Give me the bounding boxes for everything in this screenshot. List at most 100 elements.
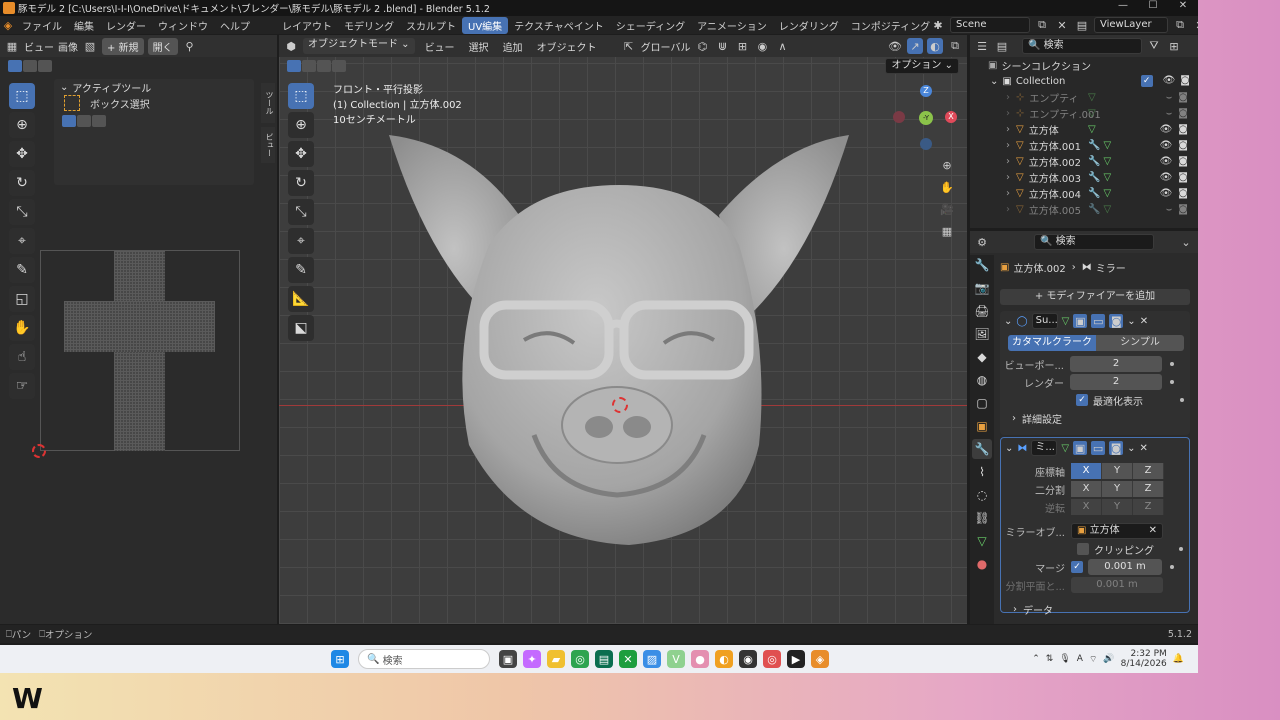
mesh-data-icon[interactable]: ▽ — [1103, 204, 1111, 215]
mirror-name[interactable]: ミ... — [1031, 440, 1058, 456]
vp-annotate-tool-icon[interactable]: ✎ — [288, 257, 314, 283]
editmode-icon[interactable]: ▽ — [1061, 443, 1069, 454]
keyframe-dot-icon[interactable] — [1170, 565, 1174, 569]
blender-task-icon[interactable]: ◈ — [811, 650, 829, 668]
chevron-right-icon[interactable]: › — [1006, 92, 1010, 103]
render-display-icon[interactable]: ◙ — [1109, 314, 1124, 328]
eye-icon[interactable]: 👁 — [1160, 124, 1173, 135]
orientation-icon[interactable]: ⇱ — [621, 38, 637, 54]
falloff-icon[interactable]: ∧ — [774, 38, 790, 54]
scene-tab-icon[interactable]: ◆ — [972, 347, 992, 367]
camera-render-icon[interactable]: ◙ — [1178, 156, 1188, 167]
hidden-icon[interactable]: ⌣ — [1166, 204, 1173, 215]
notification-icon[interactable]: 🔔 — [1173, 654, 1184, 664]
clock[interactable]: 2:32 PM 8/14/2026 — [1121, 649, 1167, 669]
gizmo-z[interactable]: Z — [920, 85, 932, 97]
network-icon[interactable]: ⇅ — [1046, 654, 1054, 664]
collection-row[interactable]: ⌄ ▣ Collection ✓ 👁 ◙ — [970, 73, 1198, 89]
modifier-icon[interactable]: 🔧 — [1088, 172, 1100, 183]
pan-hand-icon[interactable]: ✋ — [939, 179, 955, 195]
simple-option[interactable]: シンプル — [1096, 335, 1184, 351]
collection-checkbox[interactable]: ✓ — [1140, 75, 1153, 87]
modifier-icon[interactable]: 🔧 — [1088, 156, 1100, 167]
ime-icon[interactable]: A — [1077, 654, 1083, 664]
outliner-item[interactable]: › ⊹ エンプティ.001 ▽ ⌣ ◙ — [970, 105, 1198, 121]
scene-icon[interactable]: ✱ — [930, 17, 946, 33]
minimize-button[interactable]: — — [1108, 0, 1138, 11]
eye-icon[interactable]: 👁 — [1160, 188, 1173, 199]
properties-type-icon[interactable]: ⚙ — [974, 234, 990, 250]
ortho-grid-icon[interactable]: ▦ — [939, 223, 955, 239]
vp-select-extend-icon[interactable] — [302, 60, 316, 72]
viewlayer-icon[interactable]: ▤ — [1074, 17, 1090, 33]
file-explorer-icon[interactable]: ▰ — [547, 650, 565, 668]
volume-icon[interactable]: 🔊 — [1103, 654, 1114, 664]
clear-icon[interactable]: ✕ — [1149, 524, 1157, 538]
tab-workspace-4[interactable]: テクスチャペイント — [508, 18, 610, 33]
zoom-icon[interactable]: ⊕ — [939, 157, 955, 173]
pivot-icon[interactable]: ⌬ — [694, 38, 710, 54]
mode-dropdown[interactable]: オブジェクトモード ⌄ — [303, 38, 415, 54]
bisect-distance-field[interactable]: 0.001 m — [1071, 577, 1163, 593]
mesh-data-icon[interactable]: ▽ — [1103, 140, 1111, 151]
eye-icon[interactable]: 👁 — [1160, 140, 1173, 151]
tab-workspace-7[interactable]: レンダリング — [773, 18, 845, 33]
proportional-icon[interactable]: ◉ — [754, 38, 770, 54]
tray-chevron-icon[interactable]: ⌃ — [1032, 654, 1040, 664]
uv-image-menu[interactable]: 画像 — [58, 39, 78, 54]
keyframe-dot-icon[interactable] — [1170, 362, 1174, 366]
box-select-row[interactable]: ボックス選択 — [54, 95, 254, 111]
outliner-item[interactable]: › ▽ 立方体 ▽ 👁 ◙ — [970, 121, 1198, 137]
obs-icon[interactable]: ◉ — [739, 650, 757, 668]
xbox-icon[interactable]: ✕ — [619, 650, 637, 668]
close-button[interactable]: ✕ — [1168, 0, 1198, 11]
new-collection-icon[interactable]: ⊞ — [1166, 38, 1182, 54]
render-tab-icon[interactable]: 📷 — [972, 278, 992, 298]
mesh-data-icon[interactable]: ▽ — [1088, 92, 1096, 103]
scene-field[interactable]: Scene — [950, 17, 1030, 33]
physics-tab-icon[interactable]: ◌ — [972, 485, 992, 505]
remove-modifier-icon[interactable]: ✕ — [1140, 316, 1148, 327]
bisect-x-toggle[interactable]: X — [1071, 481, 1102, 497]
flip-x-toggle[interactable]: X — [1071, 499, 1102, 515]
tab-view[interactable]: ビュー — [261, 127, 275, 163]
camera-icon[interactable]: 🎥 — [939, 201, 955, 217]
rip-tool-icon[interactable]: ◱ — [9, 286, 35, 312]
vp-select-invert-icon[interactable] — [332, 60, 346, 72]
chrome-icon[interactable]: ◎ — [571, 650, 589, 668]
output-tab-icon[interactable]: 🖨 — [972, 301, 992, 321]
relax-tool-icon[interactable]: ☝ — [9, 344, 35, 370]
scale-tool-icon[interactable]: ⤡ — [9, 199, 35, 225]
select-box-tool-icon[interactable]: ⬚ — [9, 83, 35, 109]
mirror-object-field[interactable]: ▣ 立方体 ✕ — [1071, 523, 1163, 539]
mesh-data-icon[interactable]: ▽ — [1103, 172, 1111, 183]
image-browse-icon[interactable]: ▧ — [82, 38, 98, 54]
catmull-clark-option[interactable]: カタマルクラーク — [1008, 335, 1096, 351]
new-viewlayer-icon[interactable]: ⧉ — [1172, 17, 1188, 33]
mode-add-icon[interactable] — [77, 115, 91, 127]
maximize-button[interactable]: ☐ — [1138, 0, 1168, 11]
more-chevron-icon[interactable]: ⌄ — [1127, 316, 1135, 327]
viewport-menu-0[interactable]: ビュー — [425, 39, 455, 54]
add-modifier-button[interactable]: + モディファイアーを追加 — [1000, 289, 1190, 305]
copilot-icon[interactable]: ✦ — [523, 650, 541, 668]
chevron-right-icon[interactable]: › — [1006, 108, 1010, 119]
app-v-icon[interactable]: V — [667, 650, 685, 668]
vp-select-tool-icon[interactable]: ⬚ — [288, 83, 314, 109]
blender-menu-icon[interactable]: ◈ — [0, 17, 16, 33]
constraints-tab-icon[interactable]: ⛓ — [972, 508, 992, 528]
levels-render-field[interactable]: 2 — [1070, 374, 1162, 390]
taskbar-search[interactable]: 🔍 検索 — [358, 649, 490, 669]
chevron-right-icon[interactable]: › — [1006, 140, 1010, 151]
vp-select-new-icon[interactable] — [287, 60, 301, 72]
gizmo-x[interactable]: X — [945, 111, 957, 123]
tab-workspace-8[interactable]: コンポジティング — [845, 18, 936, 33]
mode-set-icon[interactable] — [62, 115, 76, 127]
gizmo-neg-x[interactable] — [893, 111, 905, 123]
cage-icon[interactable]: ▣ — [1073, 441, 1088, 455]
menu-item-2[interactable]: レンダー — [100, 18, 152, 33]
options-dropdown[interactable]: オプション ⌄ — [885, 58, 959, 74]
task-view-icon[interactable]: ▣ — [499, 650, 517, 668]
wifi-icon[interactable]: ⌔ — [1089, 654, 1097, 665]
pin-icon[interactable]: ⚲ — [182, 38, 198, 54]
